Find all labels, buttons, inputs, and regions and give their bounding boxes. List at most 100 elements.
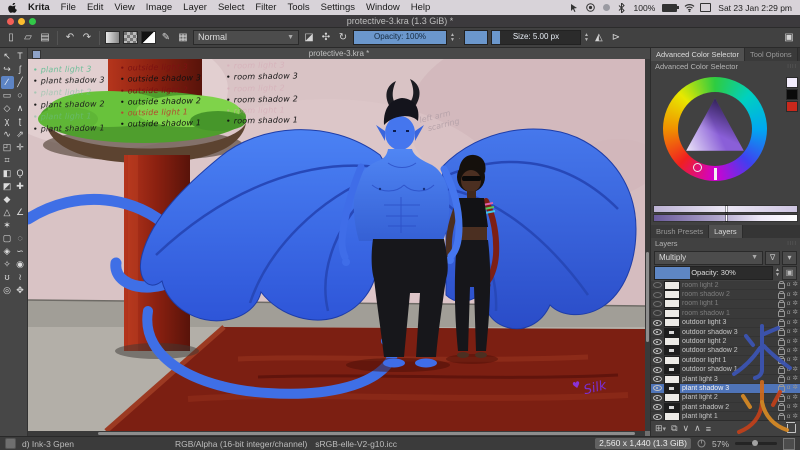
layer-decorations-icon[interactable]: ✲: [793, 309, 798, 317]
menu-settings[interactable]: Settings: [321, 2, 355, 13]
layer-decorations-icon[interactable]: ✲: [793, 356, 798, 364]
layer-inherit-alpha-icon[interactable]: α: [787, 375, 791, 383]
color-swatch[interactable]: [786, 89, 798, 100]
layer-decorations-icon[interactable]: ✲: [793, 291, 798, 299]
layer-decorations-icon[interactable]: ✲: [793, 394, 798, 402]
color-sampler-tool[interactable]: Ϙ: [14, 167, 27, 180]
menu-file[interactable]: File: [61, 2, 76, 13]
reload-preset-button[interactable]: ↻: [336, 31, 350, 45]
screen-pointer-icon[interactable]: [570, 3, 579, 12]
brush-presets-button[interactable]: ▦: [176, 31, 190, 45]
layer-lock-icon[interactable]: [778, 368, 785, 374]
contiguous-select-tool[interactable]: ◉: [14, 258, 27, 271]
layer-inherit-alpha-icon[interactable]: α: [787, 366, 791, 374]
layer-lock-icon[interactable]: [778, 330, 785, 336]
layer-lock-icon[interactable]: [778, 321, 785, 327]
apple-icon[interactable]: [8, 3, 17, 12]
flow-slider[interactable]: [464, 30, 488, 45]
tab-advanced-color-selector[interactable]: Advanced Color Selector: [651, 48, 745, 61]
layer-row[interactable]: outdoor light 3α✲: [651, 319, 800, 328]
open-document-button[interactable]: ▱: [21, 31, 35, 45]
layer-visibility-icon[interactable]: [653, 375, 662, 383]
add-layer-button[interactable]: ⊞▾: [655, 423, 666, 434]
layer-visibility-icon[interactable]: [653, 366, 662, 374]
layer-decorations-icon[interactable]: ✲: [793, 403, 798, 411]
layer-visibility-icon[interactable]: [653, 394, 662, 402]
menubar-clock[interactable]: Sat 23 Jan 2:29 pm: [718, 3, 792, 13]
new-document-button[interactable]: ▯: [4, 31, 18, 45]
docker-grip-icon[interactable]: ∷∷: [787, 63, 797, 70]
menu-filter[interactable]: Filter: [255, 2, 276, 13]
layer-row[interactable]: plant light 3α✲: [651, 375, 800, 384]
save-document-button[interactable]: ▤: [38, 31, 52, 45]
opacity-slider[interactable]: Opacity: 100%: [353, 30, 447, 45]
layer-row[interactable]: outdoor shadow 1α✲: [651, 366, 800, 375]
layer-lock-icon[interactable]: [778, 349, 785, 355]
polyline-tool[interactable]: ∧: [14, 102, 27, 115]
layer-inherit-alpha-icon[interactable]: α: [787, 281, 791, 289]
duplicate-layer-button[interactable]: ⧉: [671, 423, 677, 434]
layer-decorations-icon[interactable]: ✲: [793, 319, 798, 327]
layer-inherit-alpha-icon[interactable]: α: [787, 356, 791, 364]
layer-filter-menu-button[interactable]: ▾: [782, 251, 797, 265]
pattern-chooser-button[interactable]: [123, 31, 138, 44]
size-slider[interactable]: Size: 5.00 px: [491, 30, 581, 45]
layer-row[interactable]: outdoor light 2α✲: [651, 337, 800, 346]
layer-inherit-alpha-icon[interactable]: α: [787, 403, 791, 411]
layer-filter-button[interactable]: ∇: [765, 251, 780, 265]
blending-mode-dropdown[interactable]: Normal ▼: [193, 30, 299, 45]
layer-row[interactable]: plant shadow 2α✲: [651, 403, 800, 412]
layer-row[interactable]: outdoor shadow 2α✲: [651, 347, 800, 356]
polygon-select-tool[interactable]: ◈: [1, 245, 14, 258]
multibrush-tool[interactable]: ⇗: [14, 128, 27, 141]
layer-inherit-alpha-icon[interactable]: α: [787, 309, 791, 317]
layer-visibility-icon[interactable]: [653, 281, 662, 289]
dynamic-brush-tool[interactable]: ∿: [1, 128, 14, 141]
tab-layers[interactable]: Layers: [709, 225, 743, 238]
layer-decorations-icon[interactable]: ✲: [793, 300, 798, 308]
layer-row[interactable]: plant light 2α✲: [651, 394, 800, 403]
calligraphy-tool[interactable]: ʃ: [14, 63, 27, 76]
layer-lock-icon[interactable]: [778, 293, 785, 299]
layer-lock-icon[interactable]: [778, 340, 785, 346]
foreground-background-colors[interactable]: [141, 31, 156, 44]
wrap-around-button[interactable]: ⊳: [609, 31, 623, 45]
assistants-tool[interactable]: △: [1, 206, 14, 219]
freehand-select-tool[interactable]: ∽: [14, 245, 27, 258]
bezier-select-tool[interactable]: ʊ: [1, 271, 14, 284]
layer-row[interactable]: room light 2α✲: [651, 281, 800, 290]
layer-inherit-alpha-icon[interactable]: α: [787, 291, 791, 299]
layer-visibility-icon[interactable]: [653, 291, 662, 299]
choose-workspace-button[interactable]: ▣: [782, 31, 796, 45]
layer-visibility-icon[interactable]: [653, 338, 662, 346]
layer-decorations-icon[interactable]: ✲: [793, 281, 798, 289]
layer-lock-icon[interactable]: [778, 405, 785, 411]
measure-tool[interactable]: ∠: [14, 206, 27, 219]
move-layer-up-button[interactable]: ∧: [694, 423, 701, 434]
hue-ring[interactable]: [663, 77, 767, 181]
painting-canvas[interactable]: left arm scarring ♥ Silk • plant light 3…: [28, 59, 645, 431]
layer-visibility-icon[interactable]: [653, 347, 662, 355]
layer-visibility-icon[interactable]: [653, 319, 662, 327]
pattern-edit-tool[interactable]: ◩: [1, 180, 14, 193]
layer-lock-icon[interactable]: [778, 311, 785, 317]
brush-editor-button[interactable]: ✎: [159, 31, 173, 45]
layer-opacity-spinner[interactable]: ▲▼: [775, 268, 780, 278]
layer-decorations-icon[interactable]: ✲: [793, 338, 798, 346]
redo-button[interactable]: ↷: [80, 31, 94, 45]
layer-visibility-icon[interactable]: [653, 403, 662, 411]
layer-inherit-alpha-icon[interactable]: α: [787, 328, 791, 336]
layer-row[interactable]: room shadow 1α✲: [651, 309, 800, 318]
input-source-icon[interactable]: [700, 3, 711, 12]
layer-row[interactable]: room shadow 2α✲: [651, 290, 800, 299]
layer-lock-icon[interactable]: [778, 283, 785, 289]
ellipse-select-tool[interactable]: ◌: [14, 232, 27, 245]
layer-decorations-icon[interactable]: ✲: [793, 384, 798, 392]
canvas-only-mode-button[interactable]: [783, 438, 795, 450]
layer-visibility-icon[interactable]: [653, 309, 662, 317]
text-tool[interactable]: T: [14, 50, 27, 63]
layer-row[interactable]: outdoor light 1α✲: [651, 356, 800, 365]
similar-color-select-tool[interactable]: ✧: [1, 258, 14, 271]
size-spinner[interactable]: ▲▼: [584, 33, 589, 43]
layer-visibility-icon[interactable]: [653, 356, 662, 364]
